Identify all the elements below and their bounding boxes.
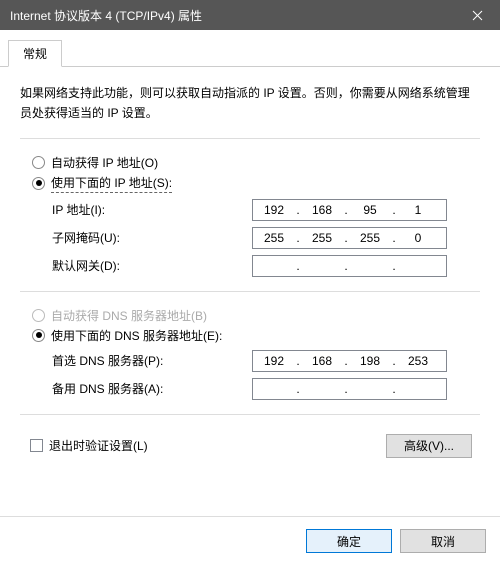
validate-checkbox[interactable] bbox=[30, 439, 43, 452]
ip-address-input[interactable]: 192. 168. 95. 1 bbox=[252, 199, 447, 221]
ip-address-label: IP 地址(I): bbox=[52, 201, 252, 218]
gateway-row: 默认网关(D): . . . bbox=[52, 255, 476, 277]
gateway-label: 默认网关(D): bbox=[52, 257, 252, 274]
bottom-group: 退出时验证设置(L) 高级(V)... bbox=[20, 414, 480, 472]
close-button[interactable] bbox=[455, 0, 500, 30]
window-title: Internet 协议版本 4 (TCP/IPv4) 属性 bbox=[10, 7, 455, 24]
subnet-mask-oct4[interactable]: 0 bbox=[397, 231, 439, 245]
radio-ip-auto[interactable] bbox=[32, 156, 45, 169]
dns-primary-oct3[interactable]: 198 bbox=[349, 354, 391, 368]
advanced-button[interactable]: 高级(V)... bbox=[386, 434, 472, 458]
subnet-mask-oct1[interactable]: 255 bbox=[253, 231, 295, 245]
validate-label: 退出时验证设置(L) bbox=[49, 437, 148, 454]
ip-address-oct2[interactable]: 168 bbox=[301, 203, 343, 217]
subnet-mask-oct3[interactable]: 255 bbox=[349, 231, 391, 245]
subnet-mask-input[interactable]: 255. 255. 255. 0 bbox=[252, 227, 447, 249]
radio-dns-manual[interactable] bbox=[32, 329, 45, 342]
dns-primary-oct4[interactable]: 253 bbox=[397, 354, 439, 368]
ip-address-oct1[interactable]: 192 bbox=[253, 203, 295, 217]
subnet-mask-label: 子网掩码(U): bbox=[52, 229, 252, 246]
radio-dns-manual-row[interactable]: 使用下面的 DNS 服务器地址(E): bbox=[32, 327, 476, 344]
titlebar: Internet 协议版本 4 (TCP/IPv4) 属性 bbox=[0, 0, 500, 30]
radio-dns-auto bbox=[32, 309, 45, 322]
dns-primary-oct2[interactable]: 168 bbox=[301, 354, 343, 368]
dns-primary-oct1[interactable]: 192 bbox=[253, 354, 295, 368]
cancel-button[interactable]: 取消 bbox=[400, 529, 486, 553]
dns-alternate-label: 备用 DNS 服务器(A): bbox=[52, 380, 252, 397]
dns-alternate-row: 备用 DNS 服务器(A): . . . bbox=[52, 378, 476, 400]
radio-ip-auto-label: 自动获得 IP 地址(O) bbox=[51, 154, 158, 171]
description-text: 如果网络支持此功能，则可以获取自动指派的 IP 设置。否则，你需要从网络系统管理… bbox=[20, 83, 480, 124]
gateway-input[interactable]: . . . bbox=[252, 255, 447, 277]
subnet-mask-oct2[interactable]: 255 bbox=[301, 231, 343, 245]
radio-ip-manual-label: 使用下面的 IP 地址(S): bbox=[51, 174, 172, 193]
radio-dns-auto-row: 自动获得 DNS 服务器地址(B) bbox=[32, 307, 476, 324]
radio-ip-manual-row[interactable]: 使用下面的 IP 地址(S): bbox=[32, 174, 476, 193]
dialog-window: Internet 协议版本 4 (TCP/IPv4) 属性 常规 如果网络支持此… bbox=[0, 0, 500, 565]
ip-address-oct3[interactable]: 95 bbox=[349, 203, 391, 217]
dns-alternate-input[interactable]: . . . bbox=[252, 378, 447, 400]
dialog-body: 如果网络支持此功能，则可以获取自动指派的 IP 设置。否则，你需要从网络系统管理… bbox=[0, 67, 500, 516]
ip-group: 自动获得 IP 地址(O) 使用下面的 IP 地址(S): IP 地址(I): … bbox=[20, 138, 480, 291]
tab-bar: 常规 bbox=[0, 36, 500, 67]
dns-primary-row: 首选 DNS 服务器(P): 192. 168. 198. 253 bbox=[52, 350, 476, 372]
dialog-footer: 确定 取消 bbox=[0, 516, 500, 565]
ok-button[interactable]: 确定 bbox=[306, 529, 392, 553]
ip-address-oct4[interactable]: 1 bbox=[397, 203, 439, 217]
tab-general[interactable]: 常规 bbox=[8, 40, 62, 67]
dns-group: 自动获得 DNS 服务器地址(B) 使用下面的 DNS 服务器地址(E): 首选… bbox=[20, 291, 480, 414]
subnet-mask-row: 子网掩码(U): 255. 255. 255. 0 bbox=[52, 227, 476, 249]
ip-address-row: IP 地址(I): 192. 168. 95. 1 bbox=[52, 199, 476, 221]
radio-ip-auto-row[interactable]: 自动获得 IP 地址(O) bbox=[32, 154, 476, 171]
dns-primary-input[interactable]: 192. 168. 198. 253 bbox=[252, 350, 447, 372]
close-icon bbox=[472, 10, 483, 21]
dns-primary-label: 首选 DNS 服务器(P): bbox=[52, 352, 252, 369]
radio-dns-auto-label: 自动获得 DNS 服务器地址(B) bbox=[51, 307, 207, 324]
radio-dns-manual-label: 使用下面的 DNS 服务器地址(E): bbox=[51, 327, 222, 344]
radio-ip-manual[interactable] bbox=[32, 177, 45, 190]
